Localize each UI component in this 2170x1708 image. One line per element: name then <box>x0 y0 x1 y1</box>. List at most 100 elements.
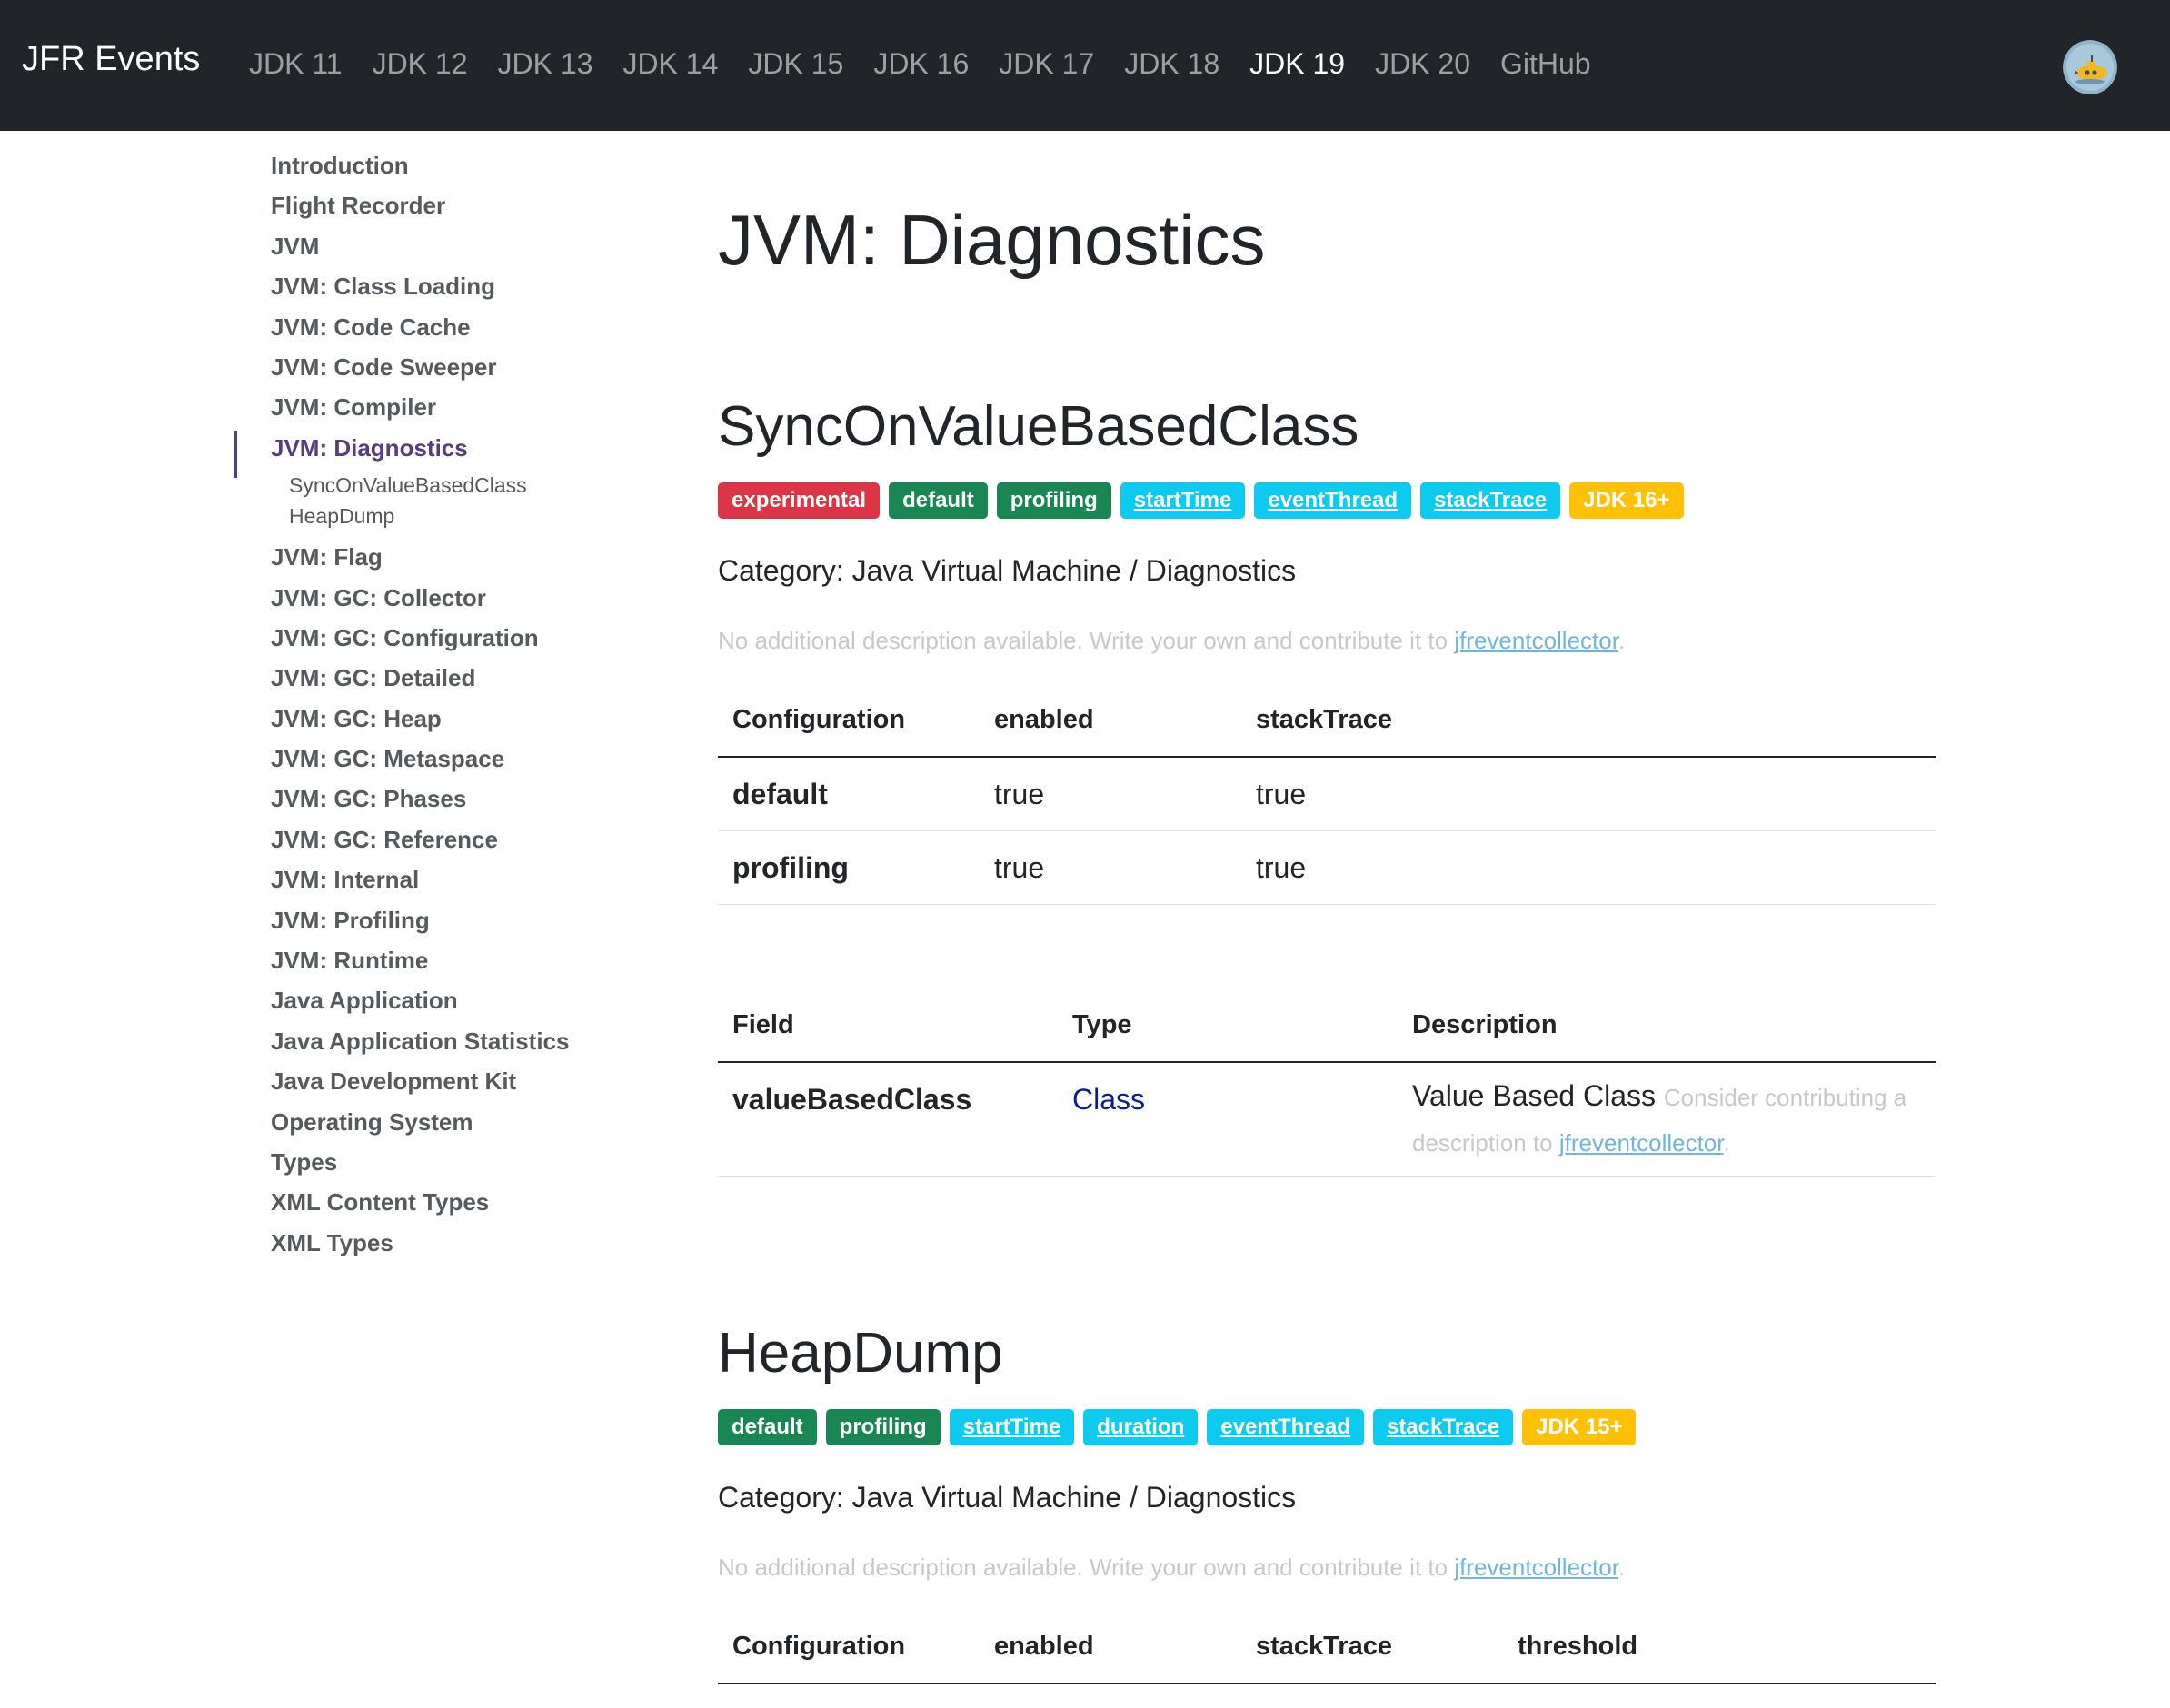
column-header-description: Description <box>1398 988 1936 1063</box>
column-header-enabled: enabled <box>980 1610 1241 1684</box>
category-value: Java Virtual Machine / Diagnostics <box>851 1481 1297 1514</box>
column-header-configuration: Configuration <box>718 683 980 758</box>
nav-link-jdk15[interactable]: JDK 15 <box>748 47 843 81</box>
table-header-row: Configuration enabled stackTrace <box>718 683 1936 758</box>
jfreventcollector-link[interactable]: jfreventcollector <box>1559 1129 1724 1157</box>
category-label: Category: <box>718 1481 852 1514</box>
field-description: Value Based Class Consider contributing … <box>1398 1062 1936 1177</box>
sidebar-item-jvm-profiling[interactable]: JVM: Profiling <box>233 900 632 940</box>
no-description-end: . <box>1618 627 1626 654</box>
sidebar-item-jvm[interactable]: JVM <box>233 226 632 266</box>
jfreventcollector-link[interactable]: jfreventcollector <box>1454 627 1618 654</box>
sidebar-item-java-development-kit[interactable]: Java Development Kit <box>233 1061 632 1101</box>
table-row: profiling true true <box>718 830 1936 905</box>
column-header-enabled: enabled <box>980 683 1241 758</box>
sidebar-item-operating-system[interactable]: Operating System <box>233 1102 632 1142</box>
sidebar-item-types[interactable]: Types <box>233 1142 632 1182</box>
nav-link-jdk13[interactable]: JDK 13 <box>498 47 593 81</box>
sidebar-item-introduction[interactable]: Introduction <box>233 145 632 185</box>
badge-eventthread-link[interactable]: eventThread <box>1254 482 1412 519</box>
sidebar-item-jvm-compiler[interactable]: JVM: Compiler <box>233 387 632 427</box>
config-name: profiling <box>718 830 980 905</box>
sidebar-item-xml-content-types[interactable]: XML Content Types <box>233 1182 632 1222</box>
sidebar-subitems: SyncOnValueBasedClass HeapDump <box>233 470 632 531</box>
sidebar-item-flight-recorder[interactable]: Flight Recorder <box>233 185 632 225</box>
sidebar-item-jvm-flag[interactable]: JVM: Flag <box>233 537 632 577</box>
category-label: Category: <box>718 554 852 587</box>
column-header-field: Field <box>718 988 1058 1063</box>
badge-starttime-link[interactable]: startTime <box>1120 482 1246 519</box>
sidebar-item-xml-types[interactable]: XML Types <box>233 1223 632 1263</box>
no-description-text: No additional description available. Wri… <box>718 1554 1455 1581</box>
event-category: Category: Java Virtual Machine / Diagnos… <box>718 554 1296 588</box>
nav-link-jdk14[interactable]: JDK 14 <box>622 47 718 81</box>
jfreventcollector-link[interactable]: jfreventcollector <box>1454 1554 1618 1581</box>
sidebar-item-jvm-gc-reference[interactable]: JVM: GC: Reference <box>233 819 632 859</box>
sidebar-item-jvm-code-sweeper[interactable]: JVM: Code Sweeper <box>233 347 632 387</box>
badge-stacktrace-link[interactable]: stackTrace <box>1420 482 1561 519</box>
sidebar-item-jvm-diagnostics[interactable]: JVM: Diagnostics <box>233 428 632 479</box>
config-stacktrace: true <box>1241 830 1936 905</box>
sidebar-item-java-application-statistics[interactable]: Java Application Statistics <box>233 1021 632 1061</box>
page-title: JVM: Diagnostics <box>718 200 1266 280</box>
column-header-configuration: Configuration <box>718 1610 980 1684</box>
configuration-table: Configuration enabled stackTrace default… <box>718 683 1936 905</box>
column-header-stacktrace: stackTrace <box>1241 683 1936 758</box>
no-description-end: . <box>1618 1554 1626 1581</box>
submarine-avatar-icon[interactable] <box>2063 40 2117 94</box>
nav-links: JDK 11 JDK 12 JDK 13 JDK 14 JDK 15 JDK 1… <box>249 47 1621 81</box>
badge-stacktrace-link[interactable]: stackTrace <box>1372 1409 1514 1445</box>
config-name: default <box>718 757 980 831</box>
sidebar-item-jvm-code-cache[interactable]: JVM: Code Cache <box>233 307 632 347</box>
category-value: Java Virtual Machine / Diagnostics <box>851 554 1297 587</box>
nav-link-jdk18[interactable]: JDK 18 <box>1124 47 1219 81</box>
sidebar-item-jvm-runtime[interactable]: JVM: Runtime <box>233 940 632 980</box>
nav-link-jdk12[interactable]: JDK 12 <box>373 47 468 81</box>
sidebar-item-jvm-gc-phases[interactable]: JVM: GC: Phases <box>233 779 632 819</box>
nav-link-jdk17[interactable]: JDK 17 <box>999 47 1094 81</box>
event-title-synconvaluebasedclass: SyncOnValueBasedClass <box>718 395 1359 458</box>
sidebar-item-java-application[interactable]: Java Application <box>233 980 632 1020</box>
sidebar-item-jvm-internal[interactable]: JVM: Internal <box>233 859 632 899</box>
column-header-stacktrace: stackTrace <box>1241 1610 1503 1684</box>
badge-profiling: profiling <box>825 1409 941 1445</box>
field-description-text: Value Based Class <box>1412 1079 1656 1112</box>
badge-default: default <box>718 1409 817 1445</box>
configuration-table: Configuration enabled stackTrace thresho… <box>718 1610 1936 1684</box>
top-navbar: JFR Events JDK 11 JDK 12 JDK 13 JDK 14 J… <box>0 0 2170 131</box>
sidebar-item-jvm-gc-configuration[interactable]: JVM: GC: Configuration <box>233 618 632 658</box>
sidebar-item-jvm-gc-heap[interactable]: JVM: GC: Heap <box>233 699 632 739</box>
sidebar-item-jvm-gc-detailed[interactable]: JVM: GC: Detailed <box>233 658 632 698</box>
badge-profiling: profiling <box>996 482 1111 519</box>
sidebar-subitem-synconvaluebasedclass[interactable]: SyncOnValueBasedClass <box>233 470 632 501</box>
brand-link[interactable]: JFR Events <box>22 40 200 79</box>
sidebar-subitem-heapdump[interactable]: HeapDump <box>233 501 632 531</box>
field-type-cell: Class <box>1058 1062 1398 1177</box>
field-type-link[interactable]: Class <box>1072 1083 1145 1116</box>
badge-starttime-link[interactable]: startTime <box>949 1409 1075 1445</box>
field-name: valueBasedClass <box>718 1062 1058 1177</box>
nav-link-jdk16[interactable]: JDK 16 <box>873 47 969 81</box>
event-badges: experimental default profiling startTime… <box>718 482 1693 519</box>
no-description-notice: No additional description available. Wri… <box>718 1554 1625 1582</box>
sidebar-item-jvm-gc-metaspace[interactable]: JVM: GC: Metaspace <box>233 739 632 779</box>
config-enabled: true <box>980 757 1241 831</box>
event-category: Category: Java Virtual Machine / Diagnos… <box>718 1481 1296 1514</box>
badge-duration-link[interactable]: duration <box>1083 1409 1199 1445</box>
nav-link-jdk19[interactable]: JDK 19 <box>1249 47 1345 81</box>
sidebar-item-jvm-class-loading[interactable]: JVM: Class Loading <box>233 266 632 306</box>
nav-link-github[interactable]: GitHub <box>1500 47 1591 81</box>
column-header-type: Type <box>1058 988 1398 1063</box>
nav-link-jdk20[interactable]: JDK 20 <box>1375 47 1470 81</box>
table-header-row: Configuration enabled stackTrace thresho… <box>718 1610 1936 1684</box>
sidebar-item-jvm-gc-collector[interactable]: JVM: GC: Collector <box>233 578 632 618</box>
fields-table: Field Type Description valueBasedClass C… <box>718 988 1936 1177</box>
sidebar-nav: Introduction Flight Recorder JVM JVM: Cl… <box>233 145 632 1263</box>
badge-eventthread-link[interactable]: eventThread <box>1207 1409 1364 1445</box>
nav-link-jdk11[interactable]: JDK 11 <box>249 47 343 81</box>
contribute-end: . <box>1723 1129 1730 1157</box>
table-row: default true true <box>718 757 1936 831</box>
badge-default: default <box>889 482 988 519</box>
event-title-heapdump: HeapDump <box>718 1322 1003 1385</box>
table-header-row: Field Type Description <box>718 988 1936 1063</box>
